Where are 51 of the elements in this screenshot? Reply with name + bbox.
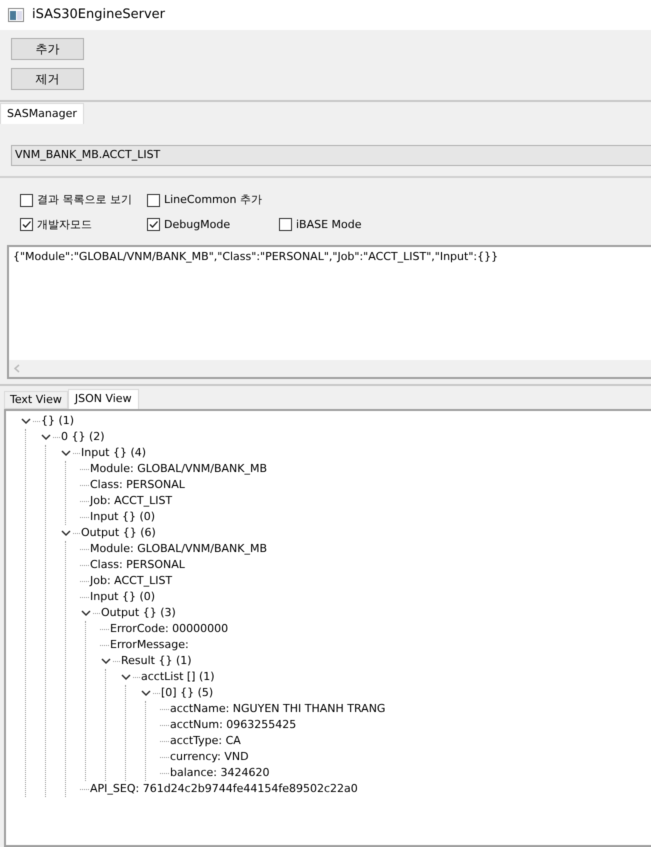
tree-item[interactable]: currency: VND <box>170 748 249 766</box>
checkbox-label: 개발자모드 <box>37 216 92 232</box>
tree-item[interactable]: acctNum: 0963255425 <box>170 716 296 734</box>
tree-item[interactable]: ErrorMessage: <box>110 636 189 654</box>
tree-item[interactable]: Output {} (6) <box>81 524 156 542</box>
tab[interactable]: Text View <box>4 391 68 409</box>
checkbox[interactable] <box>279 218 292 232</box>
tree-item[interactable]: balance: 3424620 <box>170 764 270 782</box>
chevron-icon[interactable] <box>100 658 112 664</box>
tree-item[interactable]: acctType: CA <box>170 732 241 750</box>
checkbox[interactable] <box>20 218 33 232</box>
chevron-icon[interactable] <box>60 530 72 536</box>
tree-item[interactable]: {} (1) <box>41 412 74 430</box>
tree-item[interactable]: Job: ACCT_LIST <box>90 572 172 590</box>
checkbox[interactable] <box>147 194 160 207</box>
tab[interactable]: SASManager <box>0 103 84 124</box>
button[interactable]: 제거 <box>11 68 84 90</box>
checkbox-label: LineCommon 추가 <box>164 192 262 208</box>
window-title: iSAS30EngineServer <box>32 6 165 24</box>
chevron-icon[interactable] <box>80 610 92 616</box>
tree-item[interactable]: 0 {} (2) <box>61 428 105 446</box>
tree-item[interactable]: Class: PERSONAL <box>90 556 185 574</box>
tree-item[interactable]: Input {} (4) <box>81 444 146 462</box>
chevron-icon[interactable] <box>140 690 152 696</box>
button[interactable]: 추가 <box>11 38 84 60</box>
tree-item[interactable]: acctList [] (1) <box>141 668 215 686</box>
checkbox-label: DebugMode <box>164 216 230 232</box>
checkbox[interactable] <box>147 218 160 232</box>
horizontal-scrollbar[interactable] <box>9 360 651 377</box>
tree-item[interactable]: Module: GLOBAL/VNM/BANK_MB <box>90 540 268 558</box>
tree-item[interactable]: Module: GLOBAL/VNM/BANK_MB <box>90 460 268 478</box>
job-name-field[interactable]: VNM_BANK_MB.ACCT_LIST <box>11 145 651 166</box>
tree-item[interactable]: Output {} (3) <box>101 604 176 622</box>
tree-item[interactable]: Job: ACCT_LIST <box>90 492 172 510</box>
chevron-icon[interactable] <box>20 418 32 424</box>
checkbox-label: iBASE Mode <box>296 216 362 232</box>
tree-item[interactable]: acctName: NGUYEN THI THANH TRANG <box>170 700 386 718</box>
tree-item[interactable]: Input {} (0) <box>90 508 156 526</box>
app-icon <box>8 8 24 22</box>
tree-item[interactable]: Input {} (0) <box>90 588 156 606</box>
tree-item[interactable]: API_SEQ: 761d24c2b9744fe44154fe89502c22a0 <box>90 780 358 798</box>
chevron-icon[interactable] <box>60 450 72 456</box>
tree-item[interactable]: [0] {} (5) <box>161 684 214 702</box>
checkbox[interactable] <box>20 194 33 207</box>
chevron-icon[interactable] <box>40 434 52 440</box>
checkbox-label: 결과 목록으로 보기 <box>37 192 132 208</box>
tree-item[interactable]: Result {} (1) <box>121 652 192 670</box>
tree-item[interactable]: Class: PERSONAL <box>90 476 185 494</box>
tab[interactable]: JSON View <box>68 389 139 409</box>
chevron-icon[interactable] <box>120 674 132 680</box>
tree-item[interactable]: ErrorCode: 00000000 <box>110 620 228 638</box>
